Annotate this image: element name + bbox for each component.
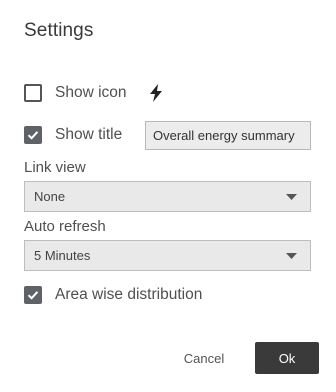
area-wise-checkbox[interactable] xyxy=(24,286,42,304)
cancel-button[interactable]: Cancel xyxy=(168,343,240,373)
checkmark-icon xyxy=(27,291,39,300)
lightning-bolt-icon xyxy=(149,84,162,102)
show-icon-checkbox[interactable] xyxy=(24,84,42,102)
show-title-label: Show title xyxy=(55,126,123,143)
ok-button[interactable]: Ok xyxy=(255,342,319,374)
link-view-value: None xyxy=(34,189,66,204)
link-view-label: Link view xyxy=(24,159,86,176)
show-icon-row: Show icon xyxy=(24,84,163,102)
show-title-checkbox[interactable] xyxy=(24,126,42,144)
area-wise-label: Area wise distribution xyxy=(55,286,203,303)
title-text-input[interactable] xyxy=(145,121,311,150)
settings-dialog: Settings Show icon Show title Link view … xyxy=(0,0,336,392)
dropdown-arrow-icon xyxy=(286,193,297,200)
dialog-title: Settings xyxy=(24,20,94,41)
show-icon-label: Show icon xyxy=(55,84,127,101)
auto-refresh-value: 5 Minutes xyxy=(34,248,91,263)
checkmark-icon xyxy=(27,131,39,140)
area-wise-row: Area wise distribution xyxy=(24,286,202,304)
show-title-row: Show title xyxy=(24,126,122,144)
auto-refresh-label: Auto refresh xyxy=(24,218,106,235)
dropdown-arrow-icon xyxy=(286,252,297,259)
auto-refresh-select[interactable]: 5 Minutes xyxy=(24,240,311,271)
link-view-select[interactable]: None xyxy=(24,181,311,212)
